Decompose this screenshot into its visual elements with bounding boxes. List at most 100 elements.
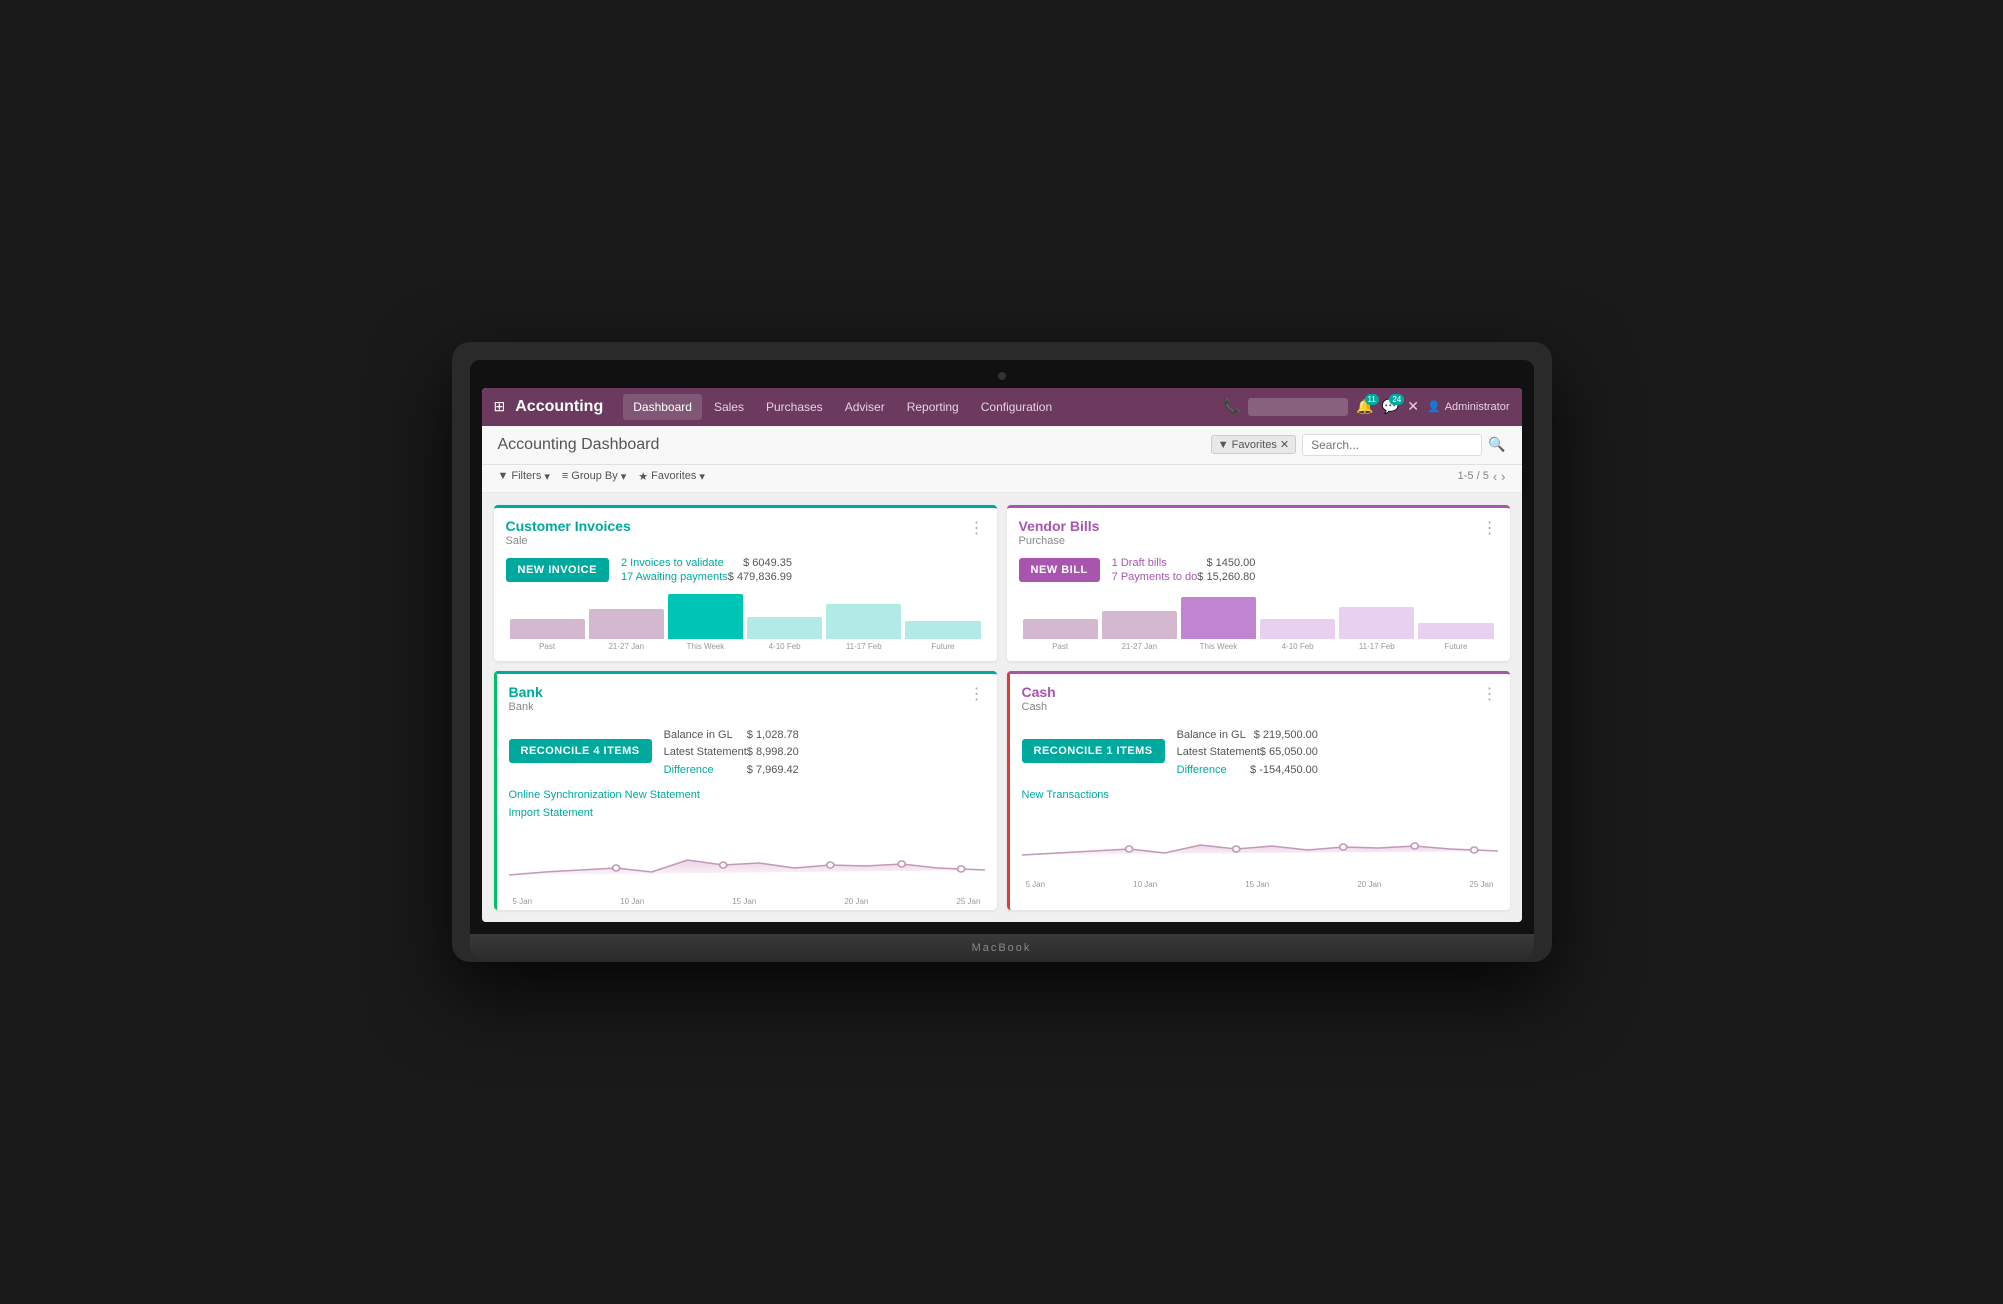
phone-icon[interactable]: 📞: [1223, 398, 1240, 415]
balance-gl-label: Balance in GL: [1177, 727, 1246, 745]
invoice-bar-chart: Past 21-27 Jan This Week: [506, 591, 985, 651]
prev-page-button[interactable]: ‹: [1493, 469, 1497, 484]
chart-labels: 5 Jan 10 Jan 15 Jan 20 Jan 25 Jan: [1022, 880, 1498, 889]
card-subtitle: Purchase: [1019, 535, 1100, 547]
bar: [1418, 623, 1493, 639]
search-input[interactable]: [1302, 434, 1482, 456]
card-title-area: Bank Bank: [509, 684, 543, 713]
top-navigation: ⊞ Accounting Dashboard Sales Purchases A…: [482, 388, 1522, 426]
cash-chart-svg: [1022, 813, 1498, 873]
nav-item-purchases[interactable]: Purchases: [756, 394, 833, 420]
bar-11-feb: 11-17 Feb: [826, 604, 901, 651]
nav-item-configuration[interactable]: Configuration: [971, 394, 1062, 420]
favorites-button[interactable]: ★ Favorites ▾: [638, 470, 705, 483]
label-25jan: 25 Jan: [956, 897, 980, 906]
main-content: Customer Invoices Sale ⋮ NEW INVOICE 2 I…: [482, 493, 1522, 923]
reconcile-cash-button[interactable]: RECONCILE 1 ITEMS: [1022, 739, 1165, 763]
latest-statement-row: Latest Statement $ 65,050.00: [1177, 744, 1318, 762]
laptop-frame: ⊞ Accounting Dashboard Sales Purchases A…: [452, 342, 1552, 963]
bar-label: Past: [1052, 642, 1068, 651]
invoices-to-validate-link[interactable]: 2 Invoices to validate: [621, 557, 724, 569]
chat-icon[interactable]: 💬 24: [1382, 398, 1399, 415]
difference-label[interactable]: Difference: [1177, 762, 1227, 780]
import-link[interactable]: Import Statement: [509, 805, 985, 823]
sync-link[interactable]: Online Synchronization New Statement: [509, 787, 985, 805]
latest-statement-value: $ 65,050.00: [1260, 744, 1318, 762]
reconcile-bank-button[interactable]: RECONCILE 4 ITEMS: [509, 739, 652, 763]
bar-future: Future: [1418, 623, 1493, 651]
card-title: Cash: [1022, 684, 1056, 700]
payments-to-do-link[interactable]: 7 Payments to do: [1112, 571, 1198, 583]
bar-4-feb: 4-10 Feb: [747, 617, 822, 651]
bar-jan-21: 21-27 Jan: [589, 609, 664, 651]
page-title: Accounting Dashboard: [498, 436, 660, 454]
secondary-bar: Accounting Dashboard ▼ Favorites ✕ 🔍: [482, 426, 1522, 465]
balance-gl-label: Balance in GL: [664, 727, 733, 745]
label-15jan: 15 Jan: [1245, 880, 1269, 889]
notifications-icon[interactable]: 🔔 11: [1356, 398, 1373, 415]
cash-card: Cash Cash ⋮ RECONCILE 1 ITEMS Balance in…: [1007, 671, 1510, 911]
grid-icon[interactable]: ⊞: [494, 398, 506, 415]
bar: [1023, 619, 1098, 639]
favorites-tag[interactable]: ▼ Favorites ✕: [1211, 435, 1296, 454]
card-subtitle: Cash: [1022, 701, 1056, 713]
close-icon[interactable]: ✕: [1407, 398, 1419, 415]
filter-bar: ▼ Filters ▾ ≡ Group By ▾ ★ Favorites ▾ 1…: [482, 465, 1522, 493]
balance-section: Balance in GL $ 219,500.00 Latest Statem…: [1177, 727, 1318, 780]
camera: [998, 372, 1006, 380]
bar-jan-21: 21-27 Jan: [1102, 611, 1177, 651]
bar-past: Past: [1023, 619, 1098, 651]
card-menu-icon[interactable]: ⋮: [969, 518, 985, 538]
card-menu-icon[interactable]: ⋮: [969, 684, 985, 704]
chart-labels: 5 Jan 10 Jan 15 Jan 20 Jan 25 Jan: [509, 897, 985, 906]
user-menu[interactable]: 👤 Administrator: [1427, 400, 1510, 413]
search-icon[interactable]: 🔍: [1488, 436, 1505, 453]
card-menu-icon[interactable]: ⋮: [1482, 518, 1498, 538]
bar: [1260, 619, 1335, 639]
awaiting-payments-link[interactable]: 17 Awaiting payments: [621, 571, 728, 583]
stat-value-1: $ 1450.00: [1206, 557, 1255, 569]
card-stats: 2 Invoices to validate $ 6049.35 17 Awai…: [621, 557, 792, 583]
new-bill-button[interactable]: NEW BILL: [1019, 558, 1100, 582]
card-header: Bank Bank ⋮: [497, 674, 997, 717]
card-menu-icon[interactable]: ⋮: [1482, 684, 1498, 704]
bar-4feb-label: 4-10 Feb: [769, 642, 801, 651]
nav-search-input[interactable]: [1248, 398, 1348, 416]
customer-invoices-card: Customer Invoices Sale ⋮ NEW INVOICE 2 I…: [494, 505, 997, 661]
bar-11feb-bar: [826, 604, 901, 639]
difference-label[interactable]: Difference: [664, 762, 714, 780]
filters-button[interactable]: ▼ Filters ▾: [498, 470, 550, 483]
tag-label: Favorites: [1232, 439, 1277, 451]
nav-item-sales[interactable]: Sales: [704, 394, 754, 420]
bar-4-feb: 4-10 Feb: [1260, 619, 1335, 651]
bar-past-bar: [510, 619, 585, 639]
card-title: Vendor Bills: [1019, 518, 1100, 534]
tag-close-icon[interactable]: ✕: [1280, 438, 1289, 451]
balance-gl-row: Balance in GL $ 219,500.00: [1177, 727, 1318, 745]
next-page-button[interactable]: ›: [1501, 469, 1505, 484]
laptop-base: MacBook: [470, 934, 1534, 962]
bar-past-label: Past: [539, 642, 555, 651]
draft-bills-link[interactable]: 1 Draft bills: [1112, 557, 1167, 569]
card-header: Vendor Bills Purchase ⋮: [1007, 508, 1510, 551]
bar-this-week: This Week: [668, 594, 743, 651]
group-by-button[interactable]: ≡ Group By ▾: [562, 470, 626, 483]
search-area: ▼ Favorites ✕ 🔍: [1211, 434, 1506, 456]
nav-item-dashboard[interactable]: Dashboard: [623, 394, 702, 420]
brand-label: MacBook: [972, 942, 1032, 954]
screen-bezel: ⊞ Accounting Dashboard Sales Purchases A…: [470, 360, 1534, 935]
new-invoice-button[interactable]: NEW INVOICE: [506, 558, 609, 582]
nav-item-adviser[interactable]: Adviser: [835, 394, 895, 420]
cash-line-chart: 5 Jan 10 Jan 15 Jan 20 Jan 25 Jan: [1022, 813, 1498, 883]
nav-right-area: 📞 🔔 11 💬 24 ✕ 👤 Administrator: [1223, 398, 1510, 416]
nav-item-reporting[interactable]: Reporting: [897, 394, 969, 420]
bar-jan21-label: 21-27 Jan: [608, 642, 644, 651]
card-subtitle: Sale: [506, 535, 631, 547]
action-row: NEW INVOICE 2 Invoices to validate $ 604…: [506, 557, 985, 583]
card-body: NEW INVOICE 2 Invoices to validate $ 604…: [494, 551, 997, 661]
card-stats: 1 Draft bills $ 1450.00 7 Payments to do…: [1112, 557, 1256, 583]
new-transactions-link[interactable]: New Transactions: [1022, 787, 1498, 805]
card-body: RECONCILE 1 ITEMS Balance in GL $ 219,50…: [1010, 717, 1510, 893]
bar-future-bar: [905, 621, 980, 639]
bar: [1339, 607, 1414, 639]
